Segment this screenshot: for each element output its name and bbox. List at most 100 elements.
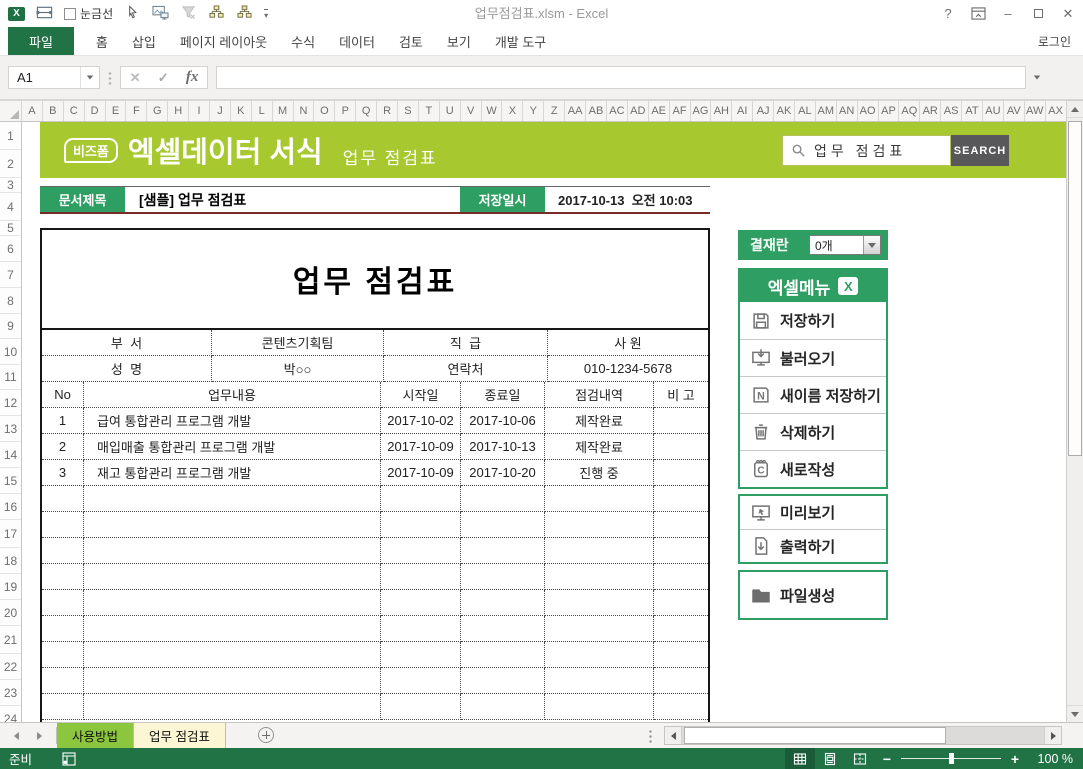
column-header[interactable]: U	[440, 101, 461, 121]
column-header[interactable]: W	[482, 101, 503, 121]
cancel-button[interactable]: ✕	[130, 70, 141, 86]
table-cell[interactable]	[545, 486, 654, 512]
next-sheet-button[interactable]	[37, 731, 42, 740]
zoom-slider[interactable]	[901, 748, 1001, 769]
table-cell[interactable]	[654, 668, 708, 694]
table-cell[interactable]	[381, 694, 461, 720]
row-header[interactable]: 23	[0, 680, 21, 706]
formula-bar-grip[interactable]	[108, 70, 112, 85]
table-cell[interactable]	[545, 538, 654, 564]
header-cell[interactable]: 시작일	[381, 382, 461, 408]
table-cell[interactable]: 진행 중	[545, 460, 654, 486]
table-cell[interactable]	[461, 538, 545, 564]
table-cell[interactable]: 2017-10-20	[461, 460, 545, 486]
name-box[interactable]: A1	[8, 66, 100, 89]
column-header[interactable]: AV	[1004, 101, 1025, 121]
scroll-right-button[interactable]	[1044, 727, 1061, 744]
column-header[interactable]: G	[147, 101, 169, 121]
table-cell[interactable]	[654, 616, 708, 642]
macro-record-button[interactable]	[62, 751, 76, 766]
column-header[interactable]: AN	[837, 101, 858, 121]
page-break-view-button[interactable]	[845, 748, 875, 769]
table-cell[interactable]	[84, 668, 381, 694]
column-header[interactable]: P	[335, 101, 357, 121]
vertical-scroll-thumb[interactable]	[1068, 121, 1082, 456]
row-header[interactable]: 17	[0, 520, 21, 548]
new-sheet-button[interactable]	[258, 727, 274, 743]
table-cell[interactable]	[42, 512, 84, 538]
header-cell[interactable]: 비 고	[654, 382, 708, 408]
maximize-button[interactable]	[1023, 0, 1053, 27]
column-header[interactable]: AB	[586, 101, 607, 121]
scroll-left-button[interactable]	[665, 727, 682, 744]
table-cell[interactable]: 3	[42, 460, 84, 486]
table-cell[interactable]	[654, 590, 708, 616]
scroll-down-button[interactable]	[1067, 705, 1083, 722]
ribbon-tab[interactable]: 페이지 레이아웃	[168, 27, 279, 55]
table-cell[interactable]: 제작완료	[545, 408, 654, 434]
column-header[interactable]: AL	[795, 101, 816, 121]
table-cell[interactable]	[84, 538, 381, 564]
row-header[interactable]: 6	[0, 236, 21, 262]
column-header[interactable]: AM	[816, 101, 837, 121]
doc-title-value[interactable]: [샘플] 업무 점검표	[125, 187, 460, 212]
column-header[interactable]: AP	[879, 101, 900, 121]
login-link[interactable]: 로그인	[1038, 27, 1071, 56]
header-cell[interactable]: 업무내용	[84, 382, 381, 408]
menu-item-file-create[interactable]: 파일생성	[740, 572, 886, 618]
search-input[interactable]: 업무 점검표	[782, 135, 951, 166]
column-header[interactable]: I	[189, 101, 211, 121]
worksheet[interactable]: 비즈폼 엑셀데이터 서식 업무 점검표 업무 점검표 SEARCH 문서제목 […	[22, 122, 1066, 722]
formula-input[interactable]	[216, 66, 1026, 89]
table-cell[interactable]: 성 명	[42, 356, 212, 382]
ribbon-tab[interactable]: 보기	[435, 27, 483, 55]
cursor-button[interactable]	[124, 4, 141, 23]
table-cell[interactable]	[381, 642, 461, 668]
table-cell[interactable]: 연락처	[384, 356, 548, 382]
column-header[interactable]: A	[22, 101, 43, 121]
header-cell[interactable]: 종료일	[461, 382, 545, 408]
table-cell[interactable]	[461, 616, 545, 642]
zoom-out-button[interactable]: −	[875, 751, 899, 767]
table-cell[interactable]	[42, 694, 84, 720]
org-chart-button[interactable]	[208, 4, 225, 23]
table-cell[interactable]	[545, 590, 654, 616]
row-header[interactable]: 20	[0, 600, 21, 626]
column-header[interactable]: AH	[711, 101, 733, 121]
table-cell[interactable]	[654, 460, 708, 486]
column-header[interactable]: AJ	[753, 101, 775, 121]
table-cell[interactable]	[461, 564, 545, 590]
row-header[interactable]: 19	[0, 574, 21, 600]
table-cell[interactable]	[654, 434, 708, 460]
table-cell[interactable]	[654, 642, 708, 668]
table-cell[interactable]: 2017-10-02	[381, 408, 461, 434]
table-cell[interactable]: 부 서	[42, 330, 212, 356]
ribbon-tab[interactable]: 검토	[387, 27, 435, 55]
row-header[interactable]: 12	[0, 390, 21, 416]
column-header[interactable]: AX	[1046, 101, 1066, 121]
filter-clear-button[interactable]	[180, 5, 197, 23]
table-cell[interactable]	[461, 694, 545, 720]
ribbon-tab[interactable]: 삽입	[120, 27, 168, 55]
table-cell[interactable]: 사 원	[548, 330, 708, 356]
table-cell[interactable]	[545, 694, 654, 720]
horizontal-scroll-thumb[interactable]	[684, 727, 946, 744]
table-cell[interactable]	[42, 642, 84, 668]
table-cell[interactable]: 매입매출 통합관리 프로그램 개발	[84, 434, 381, 460]
sheet-tab[interactable]: 사용방법	[57, 723, 135, 748]
form-window-button[interactable]	[36, 5, 53, 23]
excel-logo-button[interactable]: X	[8, 6, 25, 21]
column-header[interactable]: K	[231, 101, 252, 121]
table-cell[interactable]: 급여 통합관리 프로그램 개발	[84, 408, 381, 434]
header-cell[interactable]: 점검내역	[545, 382, 654, 408]
column-header[interactable]: Z	[544, 101, 566, 121]
ribbon-display-options-button[interactable]	[963, 0, 993, 27]
column-header[interactable]: AS	[941, 101, 963, 121]
table-cell[interactable]	[461, 486, 545, 512]
table-cell[interactable]	[42, 486, 84, 512]
horizontal-scrollbar[interactable]	[664, 726, 1062, 745]
column-header[interactable]: AR	[920, 101, 942, 121]
table-cell[interactable]	[42, 668, 84, 694]
row-header[interactable]: 24	[0, 706, 21, 723]
table-cell[interactable]	[381, 616, 461, 642]
